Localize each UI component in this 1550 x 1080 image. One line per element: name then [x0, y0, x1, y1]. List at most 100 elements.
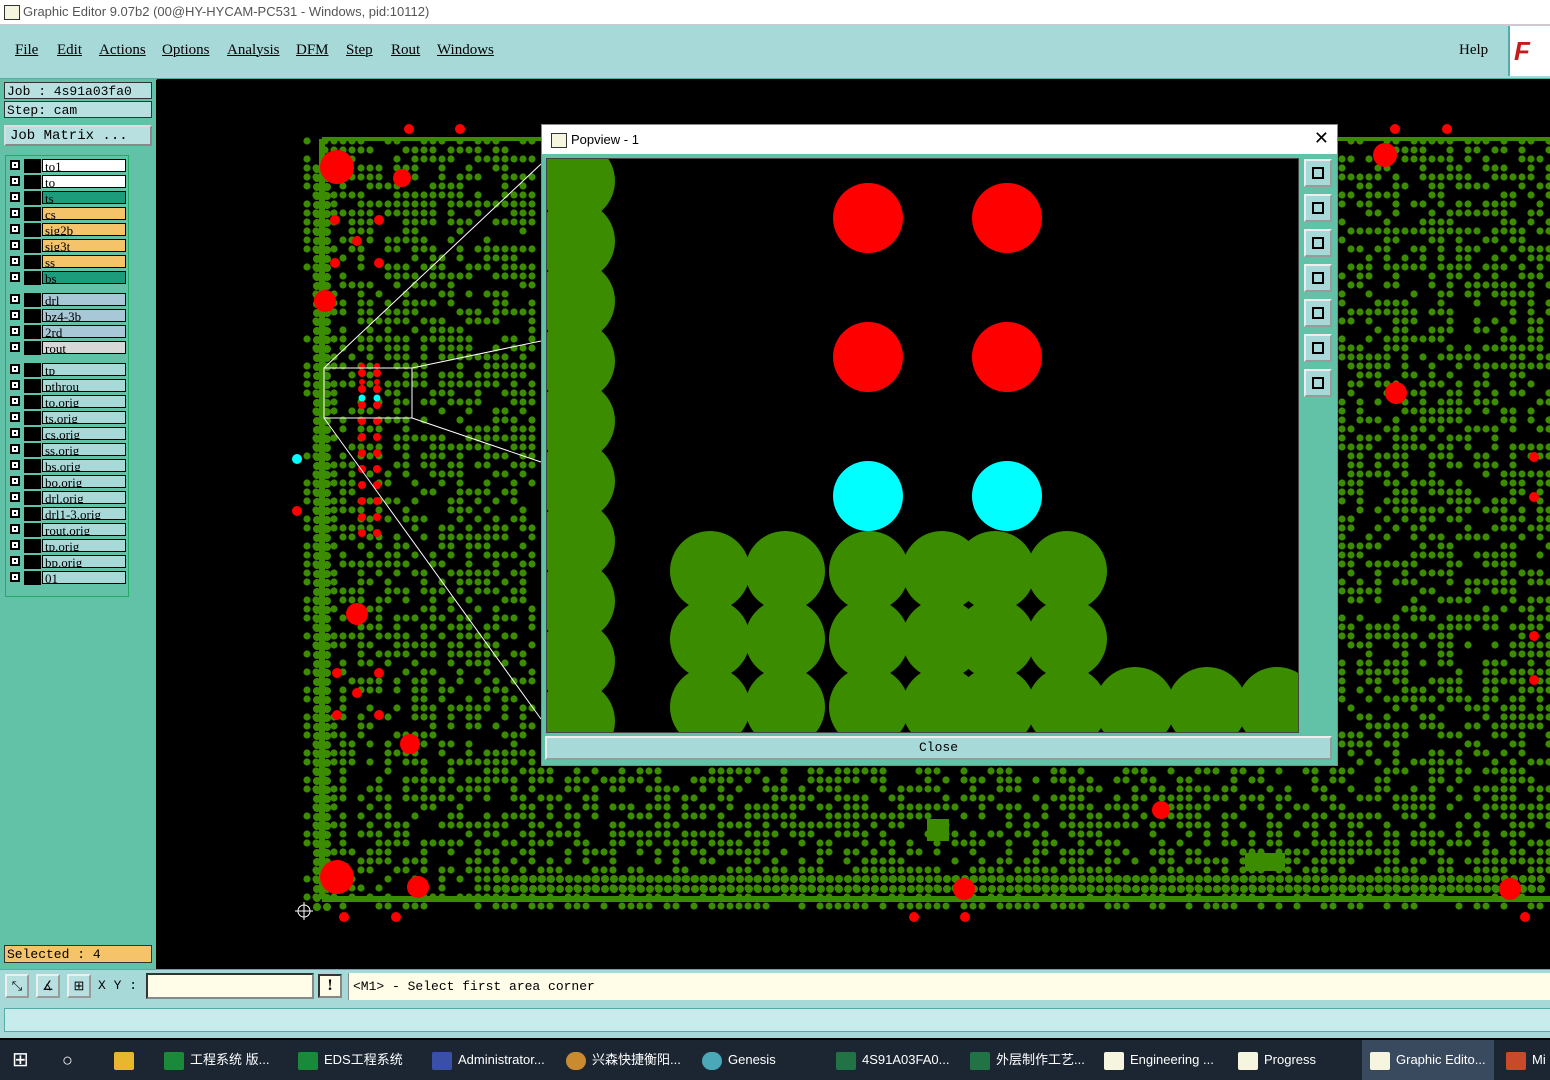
- popview-pan-right-icon[interactable]: [1304, 299, 1332, 327]
- menu-file[interactable]: File: [15, 42, 38, 59]
- layer-name[interactable]: sig3t: [42, 239, 126, 252]
- layer-checkbox[interactable]: [10, 396, 20, 406]
- taskbar-item-2[interactable]: Administrator...: [432, 1040, 545, 1080]
- layer-name[interactable]: to: [42, 175, 126, 188]
- layer-checkbox[interactable]: [10, 508, 20, 518]
- layer-checkbox[interactable]: [10, 428, 20, 438]
- layer-checkbox[interactable]: [10, 272, 20, 282]
- layer-marker[interactable]: [24, 293, 41, 307]
- layer-name[interactable]: rout: [42, 341, 126, 354]
- taskbar-item-7[interactable]: Engineering ...: [1104, 1040, 1214, 1080]
- layer-name[interactable]: to1: [42, 159, 126, 172]
- layer-name[interactable]: drl1-3.orig: [42, 507, 126, 520]
- taskbar-item-5[interactable]: 4S91A03FA0...: [836, 1040, 949, 1080]
- layer-checkbox[interactable]: [10, 176, 20, 186]
- popview-zoom-home-icon[interactable]: [1304, 159, 1332, 187]
- layer-row-tp[interactable]: tp: [8, 363, 128, 377]
- popview-close-button[interactable]: Close: [545, 736, 1332, 760]
- menu-analysis[interactable]: Analysis: [227, 42, 280, 59]
- layer-name[interactable]: bo.orig: [42, 475, 126, 488]
- menu-actions[interactable]: Actions: [99, 42, 146, 59]
- layer-marker[interactable]: [24, 571, 41, 585]
- layer-checkbox[interactable]: [10, 476, 20, 486]
- layer-name[interactable]: cs: [42, 207, 126, 220]
- menu-edit[interactable]: Edit: [57, 42, 82, 59]
- layer-marker[interactable]: [24, 223, 41, 237]
- layer-checkbox[interactable]: [10, 310, 20, 320]
- taskbar-item-4[interactable]: Genesis: [702, 1040, 776, 1080]
- layer-marker[interactable]: [24, 175, 41, 189]
- layer-row-tp-orig[interactable]: tp.orig: [8, 539, 128, 553]
- popview-zoom-in-icon[interactable]: [1304, 334, 1332, 362]
- layer-checkbox[interactable]: [10, 556, 20, 566]
- layer-row-rout[interactable]: rout: [8, 341, 128, 355]
- layer-checkbox[interactable]: [10, 342, 20, 352]
- popview-pan-left-icon[interactable]: [1304, 264, 1332, 292]
- layer-name[interactable]: 01: [42, 571, 126, 584]
- taskbar-item-1[interactable]: EDS工程系统: [298, 1040, 403, 1080]
- menu-step[interactable]: Step: [346, 42, 373, 59]
- layer-checkbox[interactable]: [10, 256, 20, 266]
- selected-drill-hole[interactable]: [972, 461, 1042, 531]
- search-icon[interactable]: ○: [62, 1040, 73, 1080]
- layer-row-01[interactable]: 01: [8, 571, 128, 585]
- layer-marker[interactable]: [24, 491, 41, 505]
- menu-dfm[interactable]: DFM: [296, 42, 329, 59]
- taskbar-item-0[interactable]: 工程系统 版...: [164, 1040, 269, 1080]
- layer-marker[interactable]: [24, 459, 41, 473]
- popview-pan-up-icon[interactable]: [1304, 194, 1332, 222]
- layer-row-ts[interactable]: ts: [8, 191, 128, 205]
- layer-row-drl1-3-orig[interactable]: drl1-3.orig: [8, 507, 128, 521]
- drill-hole[interactable]: [833, 322, 903, 392]
- drill-hole[interactable]: [972, 183, 1042, 253]
- layer-marker[interactable]: [24, 523, 41, 537]
- layer-checkbox[interactable]: [10, 294, 20, 304]
- close-icon[interactable]: ✕: [1314, 125, 1329, 152]
- xy-input[interactable]: [146, 973, 314, 999]
- layer-marker[interactable]: [24, 325, 41, 339]
- layer-name[interactable]: cs.orig: [42, 427, 126, 440]
- taskbar-item-9[interactable]: Graphic Edito...: [1362, 1040, 1494, 1080]
- layer-name[interactable]: ss.orig: [42, 443, 126, 456]
- layer-name[interactable]: bp.orig: [42, 555, 126, 568]
- layer-row-cs-orig[interactable]: cs.orig: [8, 427, 128, 441]
- layer-marker[interactable]: [24, 427, 41, 441]
- layer-marker[interactable]: [24, 207, 41, 221]
- taskbar-item-6[interactable]: 外层制作工艺...: [970, 1040, 1085, 1080]
- layer-name[interactable]: 2rd: [42, 325, 126, 338]
- layer-checkbox[interactable]: [10, 524, 20, 534]
- layer-row-ss[interactable]: ss: [8, 255, 128, 269]
- layer-row-bo-orig[interactable]: bo.orig: [8, 475, 128, 489]
- menu-windows[interactable]: Windows: [437, 42, 494, 59]
- layer-checkbox[interactable]: [10, 460, 20, 470]
- layer-row-rout-orig[interactable]: rout.orig: [8, 523, 128, 537]
- job-matrix-button[interactable]: Job Matrix ...: [4, 125, 152, 146]
- layer-name[interactable]: bs.orig: [42, 459, 126, 472]
- layer-marker[interactable]: [24, 555, 41, 569]
- layer-name[interactable]: to.orig: [42, 395, 126, 408]
- popview-zoom-out-icon[interactable]: [1304, 369, 1332, 397]
- taskbar-item-3[interactable]: 兴森快捷衡阳...: [566, 1040, 681, 1080]
- start-icon[interactable]: ⊞: [12, 1040, 29, 1080]
- taskbar-item-10[interactable]: Mi: [1506, 1040, 1546, 1080]
- menu-rout[interactable]: Rout: [391, 42, 420, 59]
- layer-marker[interactable]: [24, 341, 41, 355]
- layer-checkbox[interactable]: [10, 326, 20, 336]
- layer-marker[interactable]: [24, 395, 41, 409]
- menu-options[interactable]: Options: [162, 42, 210, 59]
- layer-name[interactable]: pthrou: [42, 379, 126, 392]
- layer-marker[interactable]: [24, 159, 41, 173]
- taskbar-item-8[interactable]: Progress: [1238, 1040, 1316, 1080]
- layer-checkbox[interactable]: [10, 380, 20, 390]
- layer-marker[interactable]: [24, 539, 41, 553]
- layer-row-bp-orig[interactable]: bp.orig: [8, 555, 128, 569]
- layer-marker[interactable]: [24, 475, 41, 489]
- file-explorer-icon[interactable]: [114, 1040, 142, 1080]
- layer-checkbox[interactable]: [10, 492, 20, 502]
- selected-drill-hole[interactable]: [833, 461, 903, 531]
- popview-canvas[interactable]: [546, 158, 1299, 733]
- layer-marker[interactable]: [24, 191, 41, 205]
- layer-checkbox[interactable]: [10, 444, 20, 454]
- layer-name[interactable]: tp.orig: [42, 539, 126, 552]
- layer-marker[interactable]: [24, 363, 41, 377]
